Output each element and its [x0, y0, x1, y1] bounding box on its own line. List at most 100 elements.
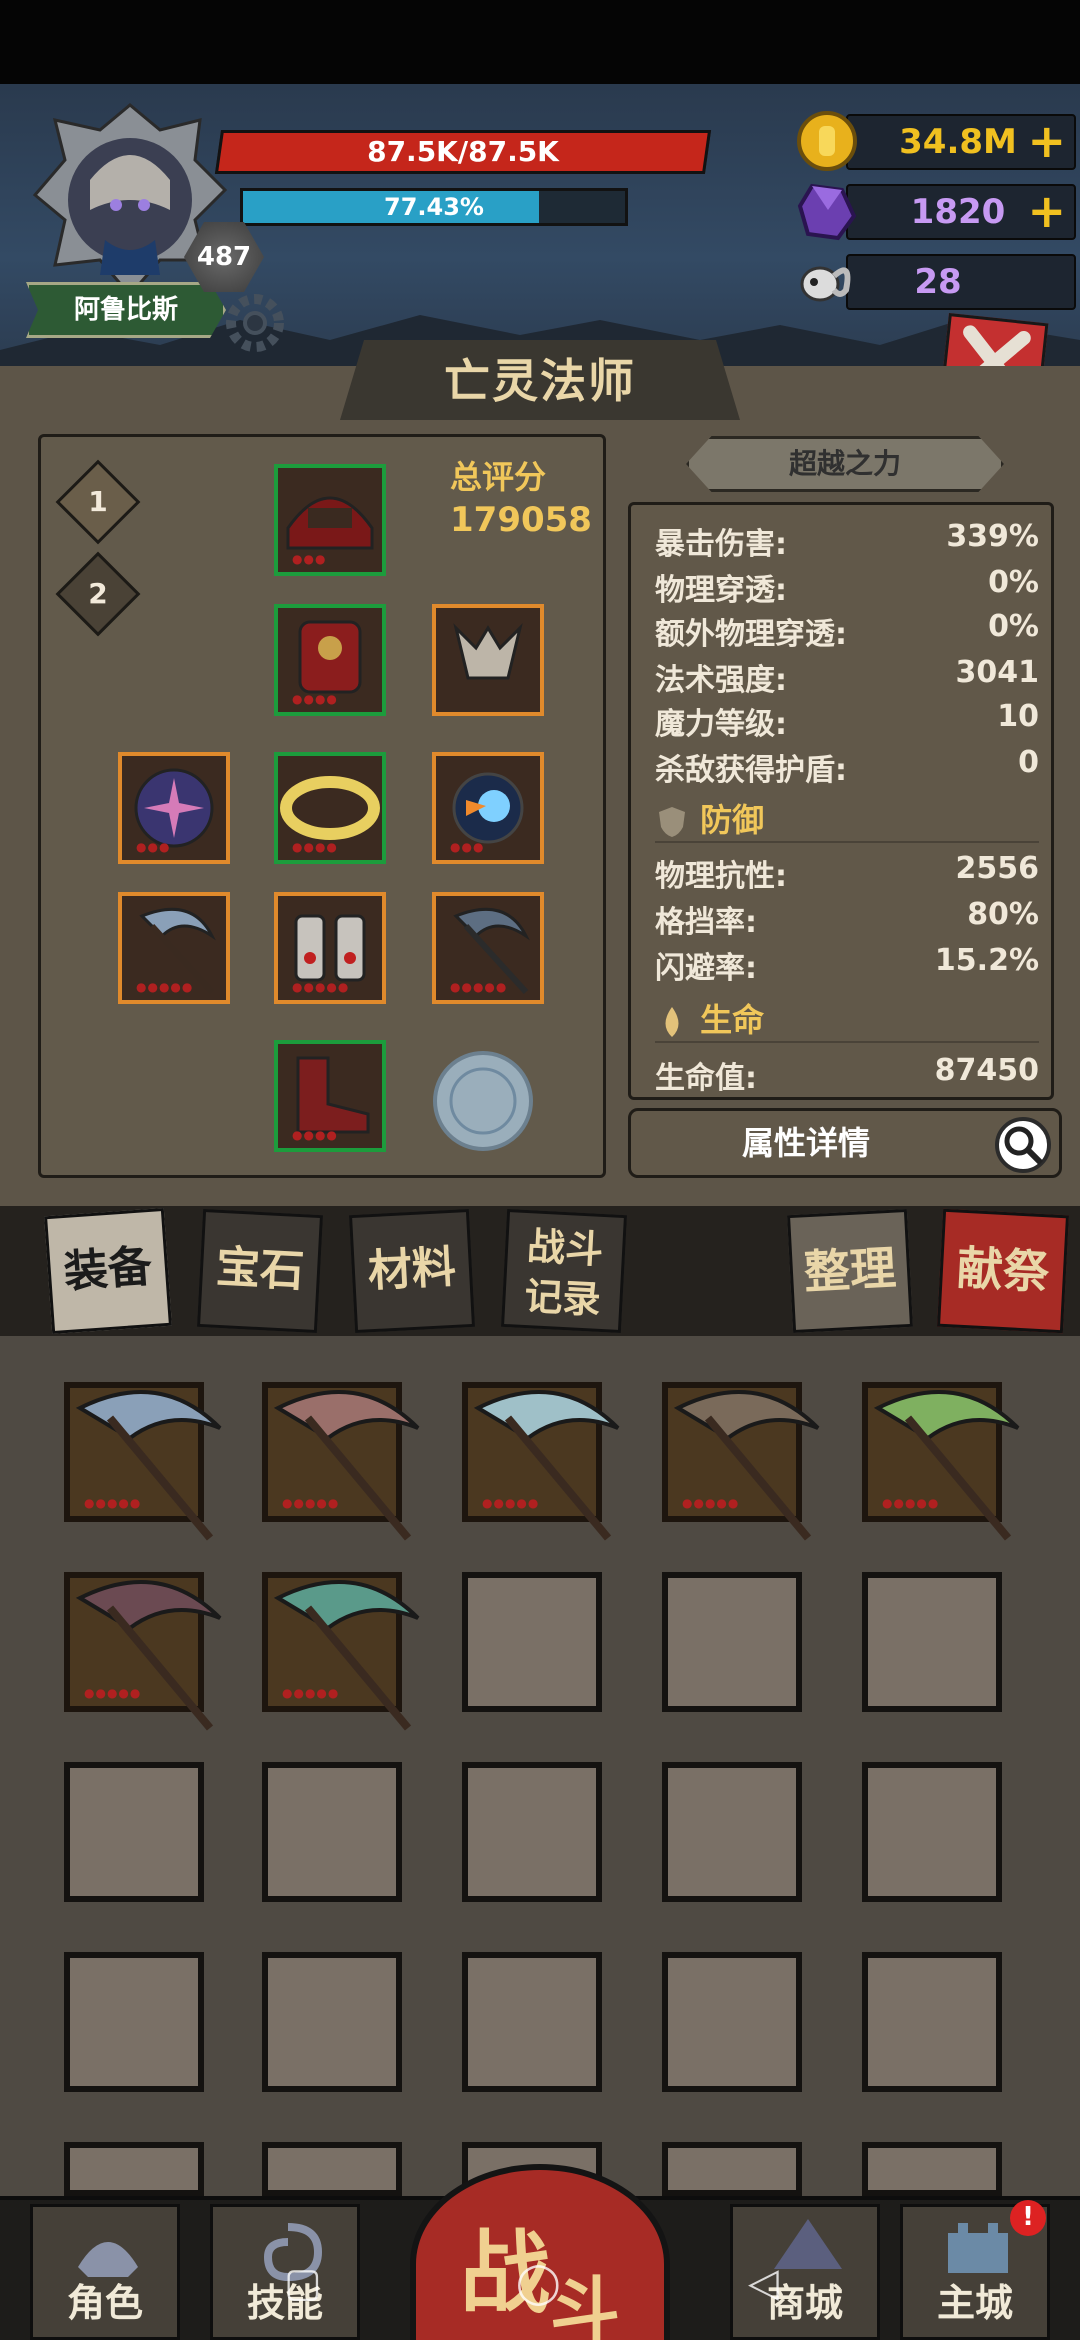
inventory-weapon-slot[interactable]: ●●●●●: [64, 1572, 222, 1731]
stat-value: 2556: [955, 851, 1040, 886]
inventory-empty-slot[interactable]: [462, 1762, 602, 1902]
inventory-weapon-slot[interactable]: ●●●●●: [862, 1382, 1020, 1541]
stat-row: 暴击伤害: 339%: [655, 519, 1039, 562]
star-rating: ●●●●●: [482, 1496, 540, 1510]
stat-row: 物理穿透: 0%: [655, 565, 1039, 608]
equip-slot-helmet[interactable]: ●●●: [274, 464, 386, 576]
star-rating: ●●●●●: [84, 1686, 142, 1700]
equip-slot-gloves[interactable]: ●●●●●: [274, 892, 386, 1004]
tab-gems[interactable]: 宝石: [196, 1208, 324, 1334]
star-rating: ●●●●: [292, 692, 338, 706]
tab-battle-record-line1: 战斗: [526, 1224, 605, 1272]
inventory-weapon-slot[interactable]: ●●●●●: [262, 1382, 420, 1541]
sacrifice-button[interactable]: 献祭: [936, 1208, 1070, 1334]
inventory-empty-slot[interactable]: [862, 1952, 1002, 2092]
stat-label: 暴击伤害:: [655, 527, 787, 562]
inventory-weapon-slot[interactable]: ●●●●●: [262, 1572, 420, 1731]
inventory-empty-slot[interactable]: [262, 1762, 402, 1902]
gem-counter: 1820 +: [846, 184, 1076, 240]
skull-counter: 28: [846, 254, 1076, 310]
tab-equipment[interactable]: 装备: [44, 1207, 172, 1335]
transcend-power-label: 超越之力: [788, 447, 901, 480]
status-bar: [0, 0, 1080, 84]
inventory-empty-slot[interactable]: [64, 2142, 204, 2196]
inventory-empty-slot[interactable]: [862, 2142, 1002, 2196]
inventory-empty-slot[interactable]: [662, 1572, 802, 1712]
shield-icon: [659, 807, 685, 837]
sort-button[interactable]: 整理: [786, 1208, 914, 1334]
stat-label: 杀敌获得护盾:: [655, 753, 847, 788]
inventory-empty-slot[interactable]: [662, 1952, 802, 2092]
stat-value: 87450: [934, 1053, 1039, 1088]
scythe-icon: [673, 1390, 820, 1541]
antler-mask-icon: [453, 623, 523, 680]
stat-row: 物理抗性: 2556: [655, 851, 1040, 894]
inventory-empty-slot[interactable]: [262, 2142, 402, 2196]
recent-apps-icon[interactable]: ▢: [284, 2260, 322, 2306]
purple-crystal-icon: [797, 183, 857, 241]
tab-battle-record[interactable]: 战斗 记录: [500, 1208, 628, 1334]
equip-slot-boots[interactable]: ●●●●: [274, 1040, 386, 1152]
divider: [655, 1041, 1039, 1043]
stat-value: 10: [997, 699, 1039, 734]
stat-row: 额外物理穿透: 0%: [655, 609, 1039, 652]
nav-character[interactable]: 角色: [30, 2204, 180, 2340]
stat-row: 闪避率: 15.2%: [655, 943, 1039, 986]
exp-bar: 77.43%: [240, 188, 628, 226]
scythe-icon: [273, 1580, 420, 1731]
total-score-label: 总评分: [450, 458, 547, 496]
scythe-icon: [75, 1580, 222, 1731]
stat-row: 魔力等级: 10: [655, 699, 1039, 742]
star-rating: ●●●●●: [450, 980, 508, 994]
equip-slot-mask[interactable]: [432, 604, 544, 716]
inventory-empty-slot[interactable]: [64, 1762, 204, 1902]
star-rating: ●●●●●: [282, 1496, 340, 1510]
equip-slot-weapon-left[interactable]: ●●●●●: [118, 892, 230, 1004]
star-rating: ●●●: [292, 552, 327, 566]
player-name-plate: 阿鲁比斯: [26, 282, 226, 338]
inventory-empty-slot[interactable]: [862, 1572, 1002, 1712]
equip-slot-weapon-right[interactable]: ●●●●●: [432, 892, 544, 1004]
inventory-weapon-slot[interactable]: ●●●●●: [64, 1382, 222, 1541]
transcend-power-button[interactable]: 超越之力: [686, 436, 1004, 492]
stat-value: 80%: [967, 897, 1039, 932]
equip-slot-orb[interactable]: ●●●: [432, 752, 544, 864]
inventory-empty-slot[interactable]: [662, 1762, 802, 1902]
back-icon[interactable]: ◁: [748, 2260, 779, 2306]
attribute-details-button[interactable]: 属性详情: [628, 1108, 1062, 1178]
equip-slot-amulet[interactable]: ●●●: [118, 752, 230, 864]
equip-slot-armor[interactable]: ●●●●: [274, 604, 386, 716]
inventory-empty-slot[interactable]: [662, 2142, 802, 2196]
inventory-empty-slot[interactable]: [64, 1952, 204, 2092]
star-rating: ●●●: [450, 840, 485, 854]
inventory-empty-slot[interactable]: [262, 1952, 402, 2092]
add-gold-button[interactable]: +: [1027, 116, 1066, 166]
settings-gear-icon[interactable]: [220, 288, 290, 358]
add-gem-button[interactable]: +: [1027, 186, 1066, 236]
player-name: 阿鲁比斯: [73, 295, 178, 325]
star-rating: ●●●●●: [682, 1496, 740, 1510]
home-icon[interactable]: ◯: [516, 2260, 561, 2306]
scythe-icon: [273, 1390, 420, 1541]
star-rating: ●●●●●: [292, 980, 350, 994]
nav-main-city-label: 主城: [936, 2281, 1013, 2325]
tab-materials[interactable]: 材料: [348, 1208, 476, 1334]
gold-coin-icon: [797, 111, 857, 171]
loadout-2-label: 2: [88, 577, 108, 610]
stat-value: 0%: [988, 565, 1039, 600]
inventory-weapon-slot[interactable]: ●●●●●: [662, 1382, 820, 1541]
drop-icon: [665, 1007, 679, 1037]
inventory-empty-slot[interactable]: [462, 1952, 602, 2092]
inventory-empty-slot[interactable]: [862, 1762, 1002, 1902]
equip-slot-ring[interactable]: ●●●●: [274, 752, 386, 864]
stat-row: 法术强度: 3041: [655, 655, 1039, 698]
inventory-weapon-slot[interactable]: ●●●●●: [462, 1382, 620, 1541]
inventory-empty-slot[interactable]: [462, 1572, 602, 1712]
seal-emblem-icon[interactable]: [428, 1046, 538, 1156]
hp-bar: 87.5K/87.5K: [214, 130, 712, 174]
star-rating: ●●●●●: [136, 980, 194, 994]
gem-value: 1820: [910, 192, 1006, 232]
stat-label: 物理穿透:: [655, 573, 787, 608]
life-section-header: 生命: [655, 995, 1035, 1041]
stat-label: 法术强度:: [655, 663, 787, 698]
